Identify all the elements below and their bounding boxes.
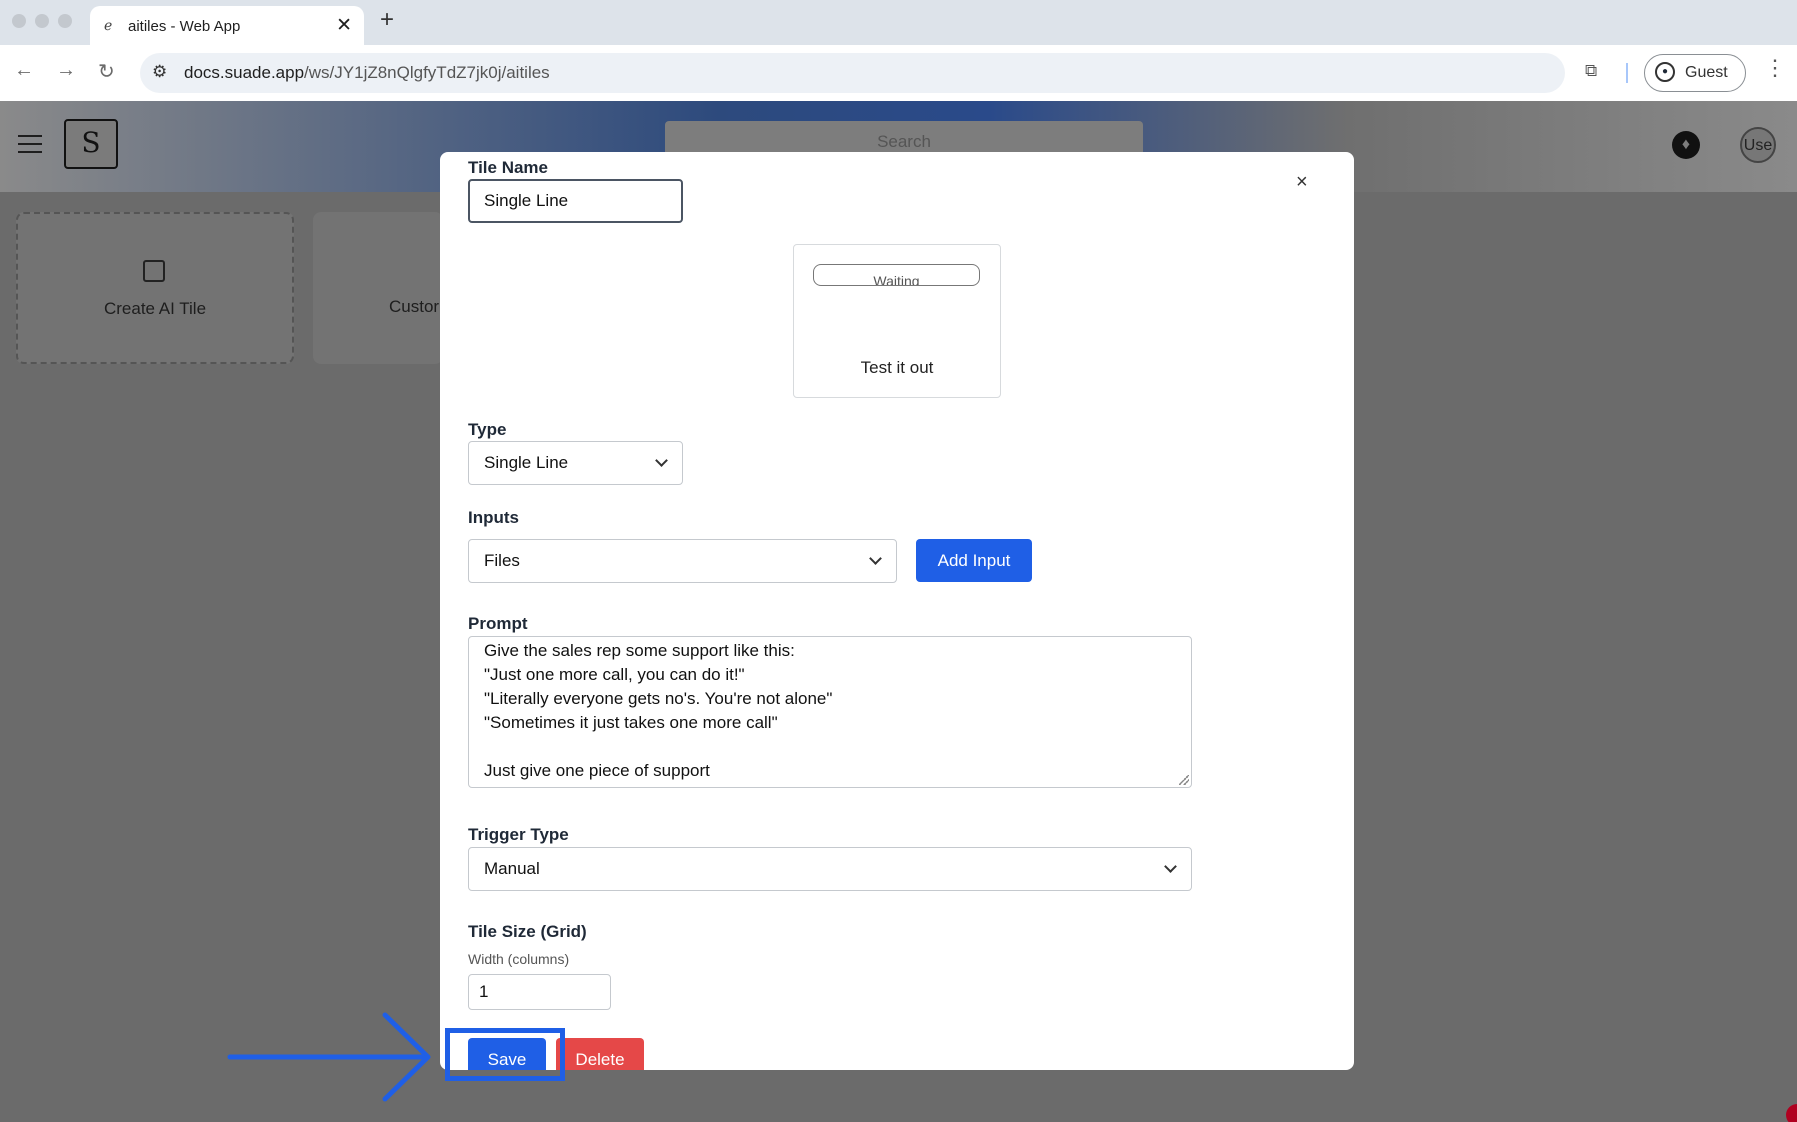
- tab-title: aitiles - Web App: [128, 18, 241, 35]
- chip-icon: [143, 260, 165, 282]
- browser-toolbar: ← → ↻ ⚙ docs.suade.app/ws/JY1jZ8nQlgfyTd…: [0, 45, 1797, 101]
- custom-tile-card[interactable]: Custor: [313, 212, 443, 364]
- chevron-down-icon: [655, 454, 668, 467]
- prompt-textarea[interactable]: Give the sales rep some support like thi…: [468, 636, 1192, 788]
- prompt-line: [484, 735, 1176, 759]
- trigger-type-select[interactable]: Manual: [468, 847, 1192, 891]
- address-bar[interactable]: ⚙ docs.suade.app/ws/JY1jZ8nQlgfyTdZ7jk0j…: [140, 53, 1565, 93]
- flame-icon[interactable]: ♦: [1672, 131, 1700, 159]
- pointer-arrow-icon: [227, 1012, 431, 1102]
- toolbar-divider: [1626, 63, 1628, 83]
- more-options-icon[interactable]: ⋮: [1764, 55, 1786, 81]
- window-close-control[interactable]: [12, 14, 26, 28]
- back-arrow-icon[interactable]: ←: [14, 59, 34, 82]
- window-zoom-control[interactable]: [58, 14, 72, 28]
- profile-button[interactable]: ● Guest: [1644, 54, 1746, 92]
- tab-close-icon[interactable]: ✕: [336, 14, 352, 37]
- prompt-line: Give the sales rep some support like thi…: [484, 641, 795, 660]
- prompt-line: "Sometimes it just takes one more call": [484, 713, 778, 732]
- chevron-down-icon: [1164, 860, 1177, 873]
- tile-size-label: Tile Size (Grid): [468, 922, 587, 941]
- tile-name-input[interactable]: Single Line: [468, 179, 683, 223]
- browser-tab-strip: ℯ aitiles - Web App ✕ +: [0, 0, 1797, 45]
- trigger-type-label: Trigger Type: [468, 825, 569, 844]
- inputs-select-value: Files: [484, 551, 520, 570]
- avatar[interactable]: Use: [1740, 127, 1776, 163]
- reload-icon[interactable]: ↻: [98, 59, 115, 84]
- new-tab-button[interactable]: +: [380, 6, 394, 34]
- type-select-value: Single Line: [484, 453, 569, 472]
- width-columns-label: Width (columns): [468, 951, 570, 967]
- prompt-label: Prompt: [468, 614, 528, 633]
- add-input-button[interactable]: Add Input: [916, 539, 1032, 582]
- window-minimize-control[interactable]: [35, 14, 49, 28]
- preview-status: Waiting: [813, 264, 980, 286]
- chevron-down-icon: [869, 552, 882, 565]
- inputs-select[interactable]: Files: [468, 539, 897, 583]
- delete-button[interactable]: Delete: [556, 1038, 644, 1070]
- tile-preview: Waiting Test it out: [793, 244, 1001, 398]
- app-logo[interactable]: S: [64, 119, 118, 169]
- prompt-line: "Literally everyone gets no's. You're no…: [484, 689, 833, 708]
- create-ai-tile-card[interactable]: Create AI Tile: [16, 212, 294, 364]
- prompt-line: "Just one more call, you can do it!": [484, 665, 745, 684]
- resize-handle-icon[interactable]: [1179, 775, 1189, 785]
- tile-name-label: Tile Name: [468, 158, 549, 177]
- browser-tab-active[interactable]: ℯ aitiles - Web App ✕: [90, 6, 364, 45]
- inputs-label: Inputs: [468, 508, 519, 527]
- edit-tile-modal: × Tile Name Single Line Waiting Test it …: [440, 152, 1354, 1070]
- type-select[interactable]: Single Line: [468, 441, 683, 485]
- person-icon: ●: [1655, 62, 1675, 82]
- media-search-icon[interactable]: ⧉: [1585, 61, 1597, 81]
- width-columns-input[interactable]: 1: [468, 974, 611, 1010]
- notification-dot: [1786, 1104, 1797, 1122]
- test-it-out-button[interactable]: Test it out: [794, 358, 1000, 378]
- prompt-line: Just give one piece of support: [484, 761, 710, 780]
- create-ai-tile-label: Create AI Tile: [103, 299, 207, 318]
- trigger-type-value: Manual: [484, 859, 540, 878]
- menu-icon[interactable]: [18, 135, 42, 159]
- site-settings-icon[interactable]: ⚙: [152, 62, 167, 82]
- url-text: docs.suade.app/ws/JY1jZ8nQlgfyTdZ7jk0j/a…: [184, 63, 550, 82]
- profile-label: Guest: [1685, 64, 1728, 81]
- save-highlight-box: [445, 1028, 565, 1081]
- link-icon: ℯ: [104, 17, 113, 33]
- type-label: Type: [468, 420, 507, 439]
- forward-arrow-icon[interactable]: →: [56, 59, 76, 82]
- close-icon[interactable]: ×: [1296, 171, 1308, 194]
